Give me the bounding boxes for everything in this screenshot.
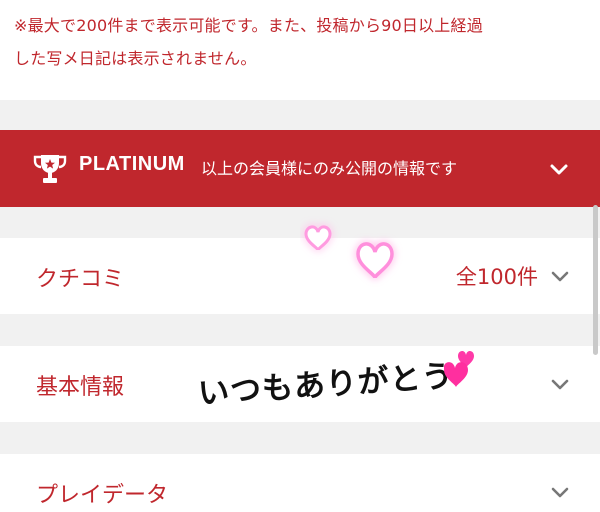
section-label: クチコミ	[36, 267, 125, 292]
chevron-down-icon[interactable]	[549, 483, 571, 501]
hearts-sticker	[304, 225, 394, 279]
notice-line-2: した写メ日記は表示されません。	[14, 49, 257, 68]
trophy-icon	[33, 155, 67, 183]
handwritten-message: いつもありがとう	[197, 350, 488, 418]
chevron-down-icon[interactable]	[548, 158, 570, 180]
platinum-label: PLATINUM	[79, 153, 185, 175]
heart-icon	[304, 225, 332, 251]
section-play-data[interactable]: プレイデータ	[0, 454, 600, 512]
notice-line-1: ※最大で200件まで表示可能です。また、投稿から90日以上経過	[14, 16, 483, 35]
review-count: 全100件	[455, 265, 538, 289]
section-label: プレイデータ	[36, 483, 169, 508]
chevron-down-icon[interactable]	[549, 375, 571, 393]
platinum-bar[interactable]: PLATINUM 以上の会員様にのみ公開の情報です	[0, 130, 600, 207]
section-label: 基本情報	[36, 375, 125, 400]
platinum-description: 以上の会員様にのみ公開の情報です	[201, 159, 458, 178]
section-gap	[0, 314, 600, 346]
section-gap	[0, 100, 600, 130]
section-gap	[0, 422, 600, 454]
heart-icon	[356, 242, 394, 279]
chevron-down-icon[interactable]	[549, 267, 571, 285]
scrollbar[interactable]	[593, 205, 598, 355]
double-heart-icon	[444, 350, 474, 387]
notice-text: ※最大で200件まで表示可能です。また、投稿から90日以上経過 した写メ日記は表…	[0, 0, 600, 100]
